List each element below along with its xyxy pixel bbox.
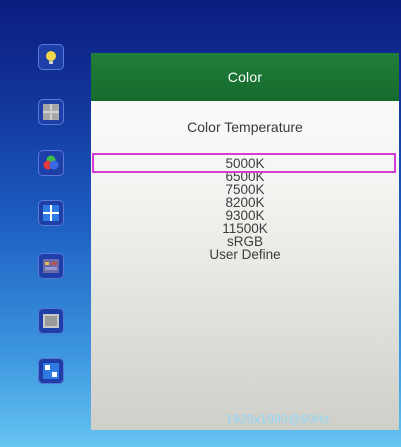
section-title: Color Temperature xyxy=(187,119,303,135)
brightness-icon[interactable] xyxy=(38,44,64,70)
color-temperature-options: 5000K 6500K 7500K 8200K 9300K 11500K sRG… xyxy=(91,157,399,262)
information-icon[interactable] xyxy=(38,308,64,334)
osd-setup-icon[interactable] xyxy=(38,253,64,279)
resolution-readout: 1920x1080@60Hz xyxy=(226,412,330,426)
misc-icon[interactable] xyxy=(38,358,64,384)
position-icon[interactable] xyxy=(38,99,64,125)
menu-panel: Color Color Temperature 5000K 6500K 7500… xyxy=(91,53,399,430)
image-icon[interactable] xyxy=(38,200,64,226)
osd-menu: Color Color Temperature 5000K 6500K 7500… xyxy=(0,0,401,447)
option-user-define[interactable]: User Define xyxy=(91,248,399,262)
menu-title: Color xyxy=(91,53,399,101)
color-icon[interactable] xyxy=(38,150,64,176)
